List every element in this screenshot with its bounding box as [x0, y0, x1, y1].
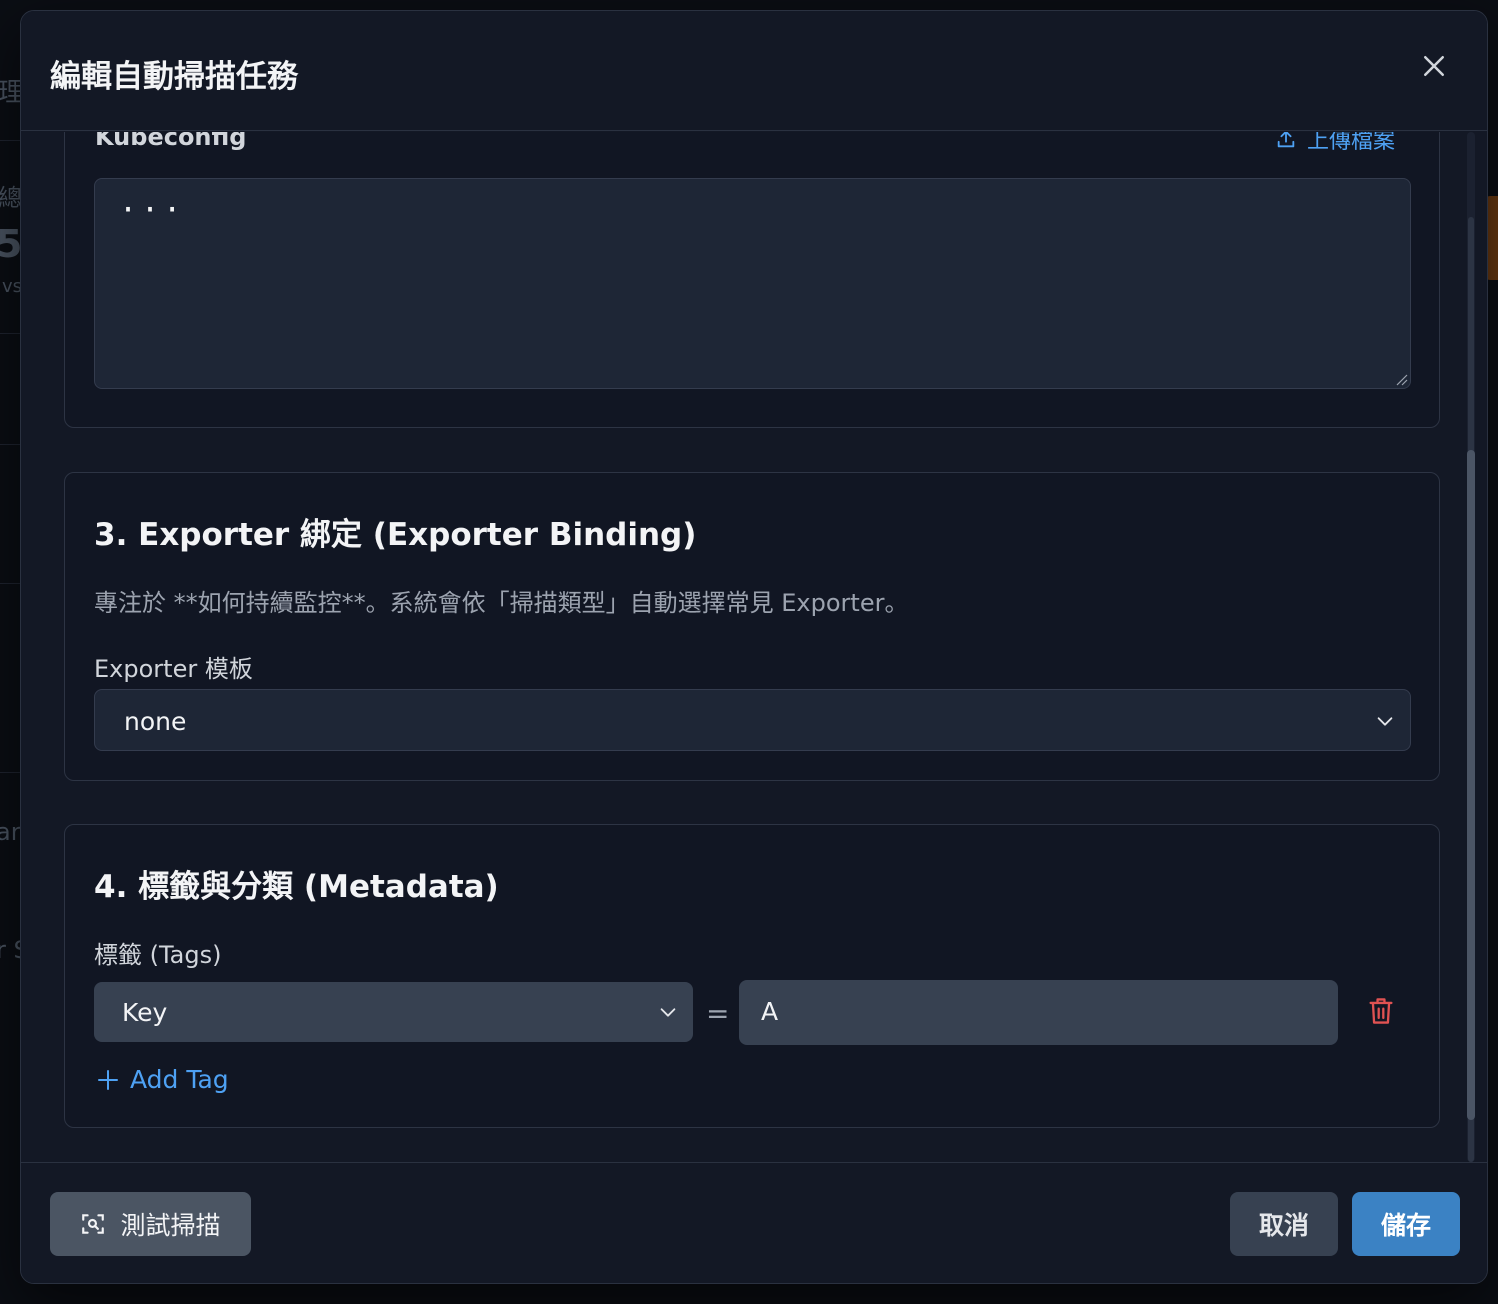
resize-grip-icon[interactable] — [1394, 372, 1408, 386]
bg-fragment: 總 — [0, 184, 22, 212]
delete-tag-icon[interactable] — [1367, 996, 1395, 1026]
kubeconfig-section: Kubeconfig 上傳檔案 ··· — [64, 132, 1440, 428]
bg-fragment: ar — [0, 818, 21, 846]
save-button[interactable]: 儲存 — [1352, 1192, 1460, 1256]
tag-key-select[interactable]: Key — [94, 982, 693, 1042]
upload-icon — [1277, 132, 1295, 148]
kubeconfig-label: Kubeconfig — [95, 132, 247, 151]
test-scan-label: 測試掃描 — [120, 1211, 221, 1240]
metadata-section-title: 4. 標籤與分類 (Metadata) — [94, 869, 499, 905]
exporter-template-value: none — [124, 707, 187, 736]
upload-file-button[interactable]: 上傳檔案 — [1275, 132, 1395, 155]
exporter-binding-section: 3. Exporter 綁定 (Exporter Binding) 專注於 **… — [64, 472, 1440, 781]
exporter-template-label: Exporter 模板 — [94, 655, 253, 683]
exporter-template-select[interactable]: none — [94, 689, 1411, 751]
chevron-down-icon — [1377, 717, 1393, 726]
equals-sign: = — [706, 997, 730, 1030]
kubeconfig-textarea[interactable]: ··· — [94, 178, 1411, 389]
chevron-down-icon — [660, 1008, 676, 1017]
cancel-label: 取消 — [1258, 1211, 1309, 1240]
dialog-title: 編輯自動掃描任務 — [50, 59, 298, 95]
metadata-section: 4. 標籤與分類 (Metadata) 標籤 (Tags) Key = A Ad… — [64, 824, 1440, 1128]
scrollbar-thumb[interactable] — [1467, 450, 1475, 1120]
dialog-footer: 測試掃描 取消 儲存 — [21, 1162, 1487, 1283]
bg-divider — [0, 444, 20, 445]
dialog-body[interactable]: Kubeconfig 上傳檔案 ··· 3. Exporter 綁定 (Expo… — [21, 132, 1487, 1162]
add-tag-label: Add Tag — [130, 1065, 229, 1094]
tag-value-text: A — [761, 997, 779, 1026]
upload-file-label: 上傳檔案 — [1306, 132, 1395, 154]
bg-divider — [0, 333, 20, 334]
tags-label: 標籤 (Tags) — [94, 941, 222, 969]
close-icon — [1424, 56, 1444, 76]
tag-key-value: Key — [122, 998, 168, 1027]
plus-icon — [98, 1069, 118, 1090]
close-button[interactable] — [1419, 51, 1449, 81]
scrollbar-track[interactable] — [1467, 132, 1475, 1162]
save-label: 儲存 — [1380, 1211, 1431, 1240]
exporter-section-title: 3. Exporter 綁定 (Exporter Binding) — [94, 517, 697, 553]
exporter-section-description: 專注於 **如何持續監控**。系統會依「掃描類型」自動選擇常見 Exporter… — [94, 589, 909, 617]
bg-divider — [0, 583, 20, 584]
test-scan-button[interactable]: 測試掃描 — [50, 1192, 251, 1256]
tag-value-input[interactable]: A — [739, 980, 1338, 1045]
cancel-button[interactable]: 取消 — [1230, 1192, 1338, 1256]
scan-search-icon — [82, 1214, 105, 1234]
edit-scan-task-dialog: 編輯自動掃描任務 Kubeconfig 上傳檔案 ··· 3. Exporter… — [20, 10, 1488, 1284]
kubeconfig-value: ··· — [119, 193, 186, 228]
bg-divider — [0, 772, 20, 773]
dialog-header: 編輯自動掃描任務 — [21, 11, 1487, 131]
add-tag-button[interactable]: Add Tag — [96, 1065, 229, 1094]
bg-divider — [0, 140, 20, 141]
